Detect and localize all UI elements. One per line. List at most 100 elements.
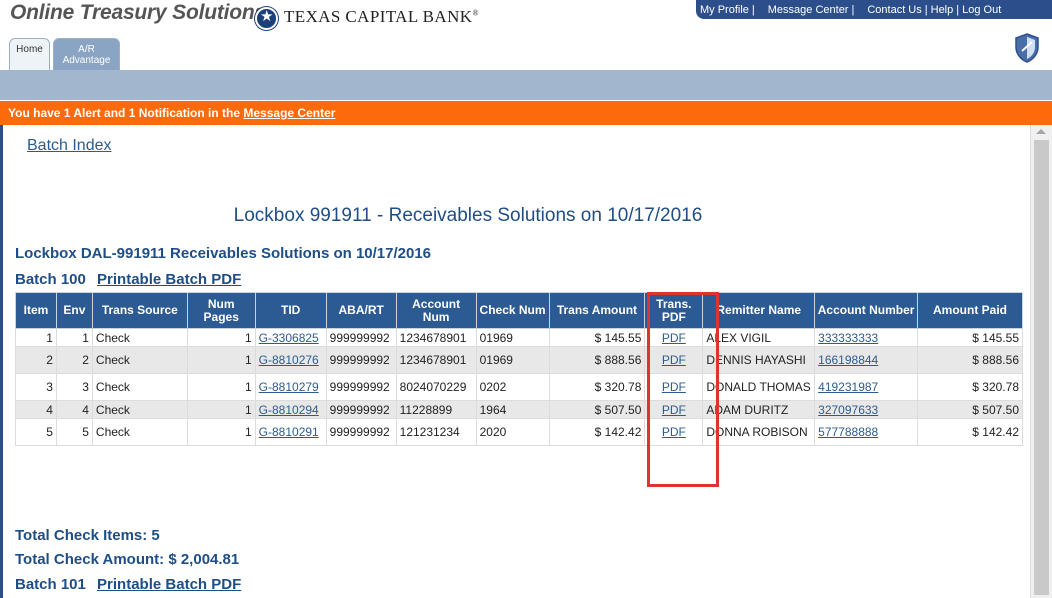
cell-env: 5 [55, 418, 93, 446]
cell-remitter-name: ADAM DURITZ [702, 400, 816, 419]
alert-message-center-link[interactable]: Message Center [243, 106, 335, 120]
cell-trans-amount: $ 888.56 [548, 346, 646, 374]
cell-num-pages: 1 [186, 328, 256, 347]
cell-item: 4 [15, 400, 57, 419]
account-number-link[interactable]: 419231987 [818, 380, 878, 394]
account-number-link[interactable]: 333333333 [818, 331, 878, 345]
cell-tid: G-8810291 [254, 418, 327, 446]
batch-101-printable-pdf-link[interactable]: Printable Batch PDF [97, 576, 241, 593]
cell-tid: G-3306825 [254, 328, 327, 347]
cell-trans-amount: $ 142.42 [548, 418, 646, 446]
cell-check-num: 1964 [475, 400, 550, 419]
col-check-num: Check Num [475, 292, 550, 329]
tid-link[interactable]: G-8810294 [259, 403, 319, 417]
table-row: 1 1 Check 1 G-3306825 999999992 12346789… [15, 328, 1023, 347]
table-row: 2 2 Check 1 G-8810276 999999992 12346789… [15, 346, 1023, 374]
shield-icon[interactable] [1014, 33, 1040, 63]
col-tid: TID [254, 292, 327, 329]
table-row: 5 5 Check 1 G-8810291 999999992 12123123… [15, 418, 1023, 446]
cell-num-pages: 1 [186, 418, 256, 446]
nav-separator: | [924, 3, 928, 16]
cell-check-num: 2020 [475, 418, 550, 446]
cell-env: 1 [55, 328, 93, 347]
nav-separator: | [956, 3, 960, 16]
cell-aba-rt: 999999992 [325, 346, 397, 374]
tab-ar-advantage[interactable]: A/R Advantage [53, 38, 120, 70]
cell-env: 3 [55, 373, 93, 401]
batch-101-header: Batch 101 Printable Batch PDF [15, 576, 241, 593]
nav-log-out[interactable]: Log Out [962, 4, 1001, 16]
cell-account-number: 419231987 [814, 373, 919, 401]
transactions-table: Item Env Trans Source Num Pages TID ABA/… [15, 292, 1023, 446]
cell-check-num: 0202 [475, 373, 550, 401]
col-trans-source: Trans Source [91, 292, 188, 329]
cell-account-number: 166198844 [814, 346, 919, 374]
cell-aba-rt: 999999992 [325, 418, 397, 446]
cell-remitter-name: DONNA ROBISON [702, 418, 816, 446]
cell-tid: G-8810294 [254, 400, 327, 419]
account-number-link[interactable]: 327097633 [818, 403, 878, 417]
cell-check-num: 01969 [475, 328, 550, 347]
cell-account-number: 327097633 [814, 400, 919, 419]
tid-link[interactable]: G-8810279 [259, 380, 319, 394]
tid-link[interactable]: G-3306825 [259, 331, 319, 345]
nav-message-center[interactable]: Message Center [768, 4, 849, 16]
cell-tid: G-8810279 [254, 373, 327, 401]
cell-item: 2 [15, 346, 57, 374]
batch-index-link[interactable]: Batch Index [27, 137, 112, 155]
cell-account-num: 1234678901 [395, 346, 477, 374]
account-number-link[interactable]: 166198844 [818, 353, 878, 367]
cell-amount-paid: $ 320.78 [917, 373, 1023, 401]
alert-text: You have 1 Alert and 1 Notification in t… [8, 106, 244, 120]
nav-contact-us[interactable]: Contact Us [867, 4, 921, 16]
cell-trans-amount: $ 320.78 [548, 373, 646, 401]
cell-trans-source: Check [91, 418, 188, 446]
nav-separator: | [851, 3, 855, 16]
bank-mark: ® [472, 8, 479, 18]
col-trans-amount: Trans Amount [548, 292, 646, 329]
col-remitter-name: Remitter Name [702, 292, 816, 329]
batch-100-printable-pdf-link[interactable]: Printable Batch PDF [97, 271, 241, 288]
cell-amount-paid: $ 145.55 [917, 328, 1023, 347]
cell-amount-paid: $ 507.50 [917, 400, 1023, 419]
cell-aba-rt: 999999992 [325, 400, 397, 419]
cell-env: 4 [55, 400, 93, 419]
col-account-num: Account Num [395, 292, 477, 329]
cell-item: 3 [15, 373, 57, 401]
trans-pdf-column-highlight [647, 292, 719, 487]
cell-trans-source: Check [91, 373, 188, 401]
cell-account-number: 333333333 [814, 328, 919, 347]
scroll-thumb[interactable] [1034, 140, 1049, 595]
cell-item: 1 [15, 328, 57, 347]
col-aba-rt: ABA/RT [325, 292, 397, 329]
scroll-up-arrow-icon[interactable] [1036, 129, 1046, 134]
nav-my-profile[interactable]: My Profile [700, 4, 749, 16]
table-row: 3 3 Check 1 G-8810279 999999992 80240702… [15, 373, 1023, 401]
cell-account-num: 8024070229 [395, 373, 477, 401]
cell-trans-source: Check [91, 346, 188, 374]
batch-100-label: Batch 100 [15, 271, 86, 288]
cell-amount-paid: $ 888.56 [917, 346, 1023, 374]
nav-help[interactable]: Help [931, 4, 954, 16]
cell-item: 5 [15, 418, 57, 446]
cell-aba-rt: 999999992 [325, 328, 397, 347]
cell-account-num: 121231234 [395, 418, 477, 446]
account-number-link[interactable]: 577788888 [818, 425, 878, 439]
vertical-scrollbar[interactable] [1030, 125, 1052, 598]
col-account-number: Account Number [814, 292, 919, 329]
col-num-pages: Num Pages [186, 292, 256, 329]
nav-band [0, 70, 1052, 100]
tid-link[interactable]: G-8810276 [259, 353, 319, 367]
tab-home[interactable]: Home [9, 38, 50, 70]
cell-account-num: 11228899 [395, 400, 477, 419]
total-check-items: Total Check Items: 5 [15, 527, 160, 544]
cell-trans-amount: $ 507.50 [548, 400, 646, 419]
cell-num-pages: 1 [186, 400, 256, 419]
col-amount-paid: Amount Paid [917, 292, 1023, 329]
tid-link[interactable]: G-8810291 [259, 425, 319, 439]
lockbox-subtitle: Lockbox DAL-991911 Receivables Solutions… [15, 245, 432, 262]
app-header: Online Treasury Solutions TEXAS CAPITAL … [0, 0, 1052, 70]
cell-remitter-name: ALEX VIGIL [702, 328, 816, 347]
table-header-row: Item Env Trans Source Num Pages TID ABA/… [15, 292, 1023, 329]
bank-name: TEXAS CAPITAL BANK® [284, 7, 479, 27]
